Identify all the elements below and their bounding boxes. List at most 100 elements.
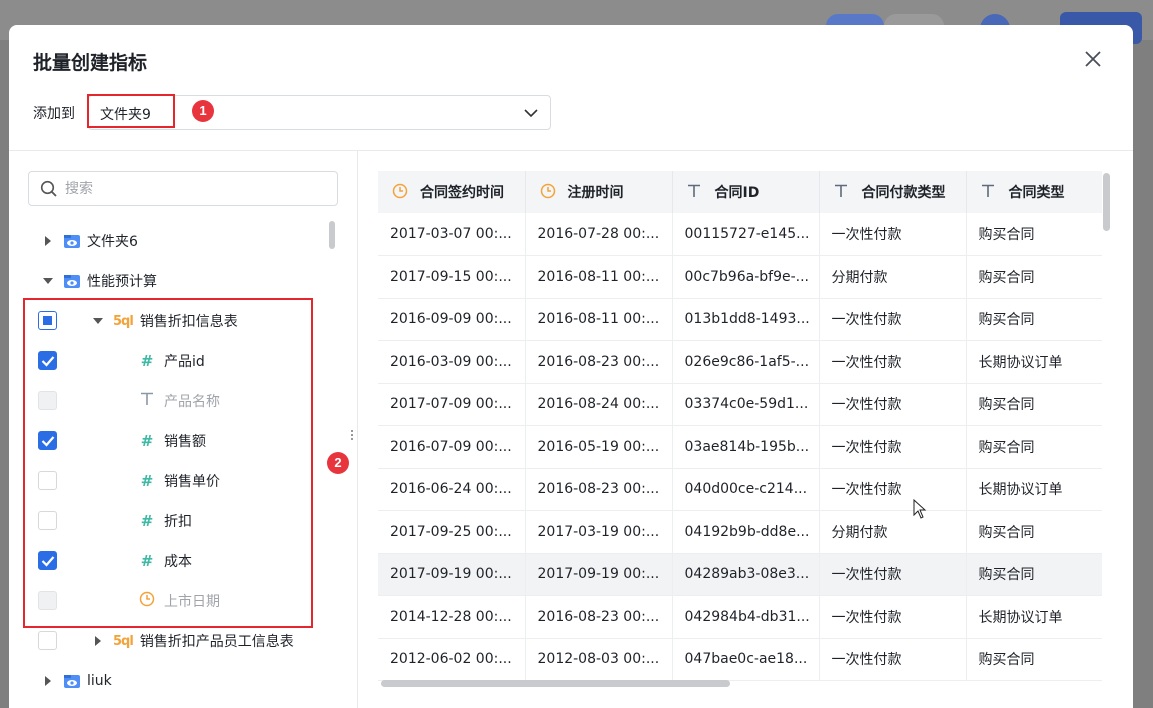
caret-down-icon[interactable]: [43, 276, 53, 286]
table-cell: 一次性付款: [819, 468, 967, 511]
table-cell: 一次性付款: [819, 213, 967, 256]
table-cell: 2017-09-25 00:...: [378, 510, 526, 554]
tree-table-staff[interactable]: 5ql 销售折扣产品员工信息表: [93, 621, 294, 661]
table-cell: 2012-06-02 00:...: [378, 638, 526, 681]
table-cell: 2012-08-03 00:...: [525, 638, 673, 681]
table-row[interactable]: 2016-07-09 00:... 2016-05-19 00:... 03ae81…: [378, 425, 1102, 469]
table-cell: 2016-08-24 00:...: [525, 383, 673, 426]
tree-scrollbar[interactable]: [329, 221, 335, 249]
column-header[interactable]: 合同类型: [966, 171, 1102, 213]
table-cell: 2017-03-07 00:...: [378, 213, 526, 256]
table-cell: 042984b4-db31...: [672, 595, 820, 639]
table-cell: 购买合同: [966, 213, 1102, 256]
tree-folder-liuk-label: liuk: [87, 673, 112, 689]
table-cell: 一次性付款: [819, 425, 967, 469]
tree-table-staff-label: 销售折扣产品员工信息表: [139, 634, 294, 650]
table-cell: 2014-12-28 00:...: [378, 595, 526, 639]
caret-right-icon[interactable]: [43, 236, 53, 246]
table-cell: 2016-03-09 00:...: [378, 340, 526, 384]
table-cell: 购买合同: [966, 255, 1102, 299]
table-cell: 2016-07-28 00:...: [525, 213, 673, 256]
caret-right-icon[interactable]: [43, 676, 53, 686]
dataset-folder-icon: [63, 233, 81, 249]
table-row[interactable]: 2017-09-15 00:... 2016-08-11 00:... 00c7b9…: [378, 255, 1102, 299]
search-box: [28, 171, 338, 206]
table-cell: 03ae814b-195b...: [672, 425, 820, 469]
table-cell: 026e9c86-1af5-...: [672, 340, 820, 384]
table-cell: 长期协议订单: [966, 595, 1102, 639]
dialog-title: 批量创建指标: [33, 52, 148, 74]
table-cell: 2017-03-19 00:...: [525, 510, 673, 554]
table-cell: 2016-08-23 00:...: [525, 595, 673, 639]
column-header-label: 注册时间: [567, 184, 624, 201]
table-row[interactable]: 2016-06-24 00:... 2016-08-23 00:... 040d00…: [378, 468, 1102, 511]
caret-right-icon[interactable]: [93, 636, 103, 646]
annotation-box-fields: [23, 298, 313, 628]
table-header-row: 合同签约时间 注册时间 合同ID 合同付款类型 合同类型: [378, 171, 1102, 213]
table-cell: 047bae0c-ae18...: [672, 638, 820, 681]
table-row[interactable]: 2017-07-09 00:... 2016-08-24 00:... 03374c…: [378, 383, 1102, 426]
table-horizontal-scrollbar[interactable]: [381, 680, 730, 687]
table-cell: 03374c0e-59d1...: [672, 383, 820, 426]
search-input[interactable]: [65, 179, 325, 199]
table-cell: 00115727-e145...: [672, 213, 820, 256]
table-cell: 2016-08-23 00:...: [525, 340, 673, 384]
table-cell: 2016-06-24 00:...: [378, 468, 526, 511]
table-cell: 购买合同: [966, 638, 1102, 681]
column-header-label: 合同付款类型: [861, 185, 946, 201]
close-icon[interactable]: [1081, 47, 1105, 71]
table-row[interactable]: 2017-09-25 00:... 2017-03-19 00:... 04192b…: [378, 510, 1102, 554]
column-header[interactable]: 合同ID: [672, 171, 820, 213]
checkbox-staff-table[interactable]: [38, 631, 57, 650]
table-row[interactable]: 2017-03-07 00:... 2016-07-28 00:... 001157…: [378, 213, 1102, 256]
table-cell: 一次性付款: [819, 595, 967, 639]
table-cell: 04289ab3-08e3...: [672, 553, 820, 596]
annotation-badge-1: 1: [192, 100, 214, 122]
dataset-folder-icon: [63, 273, 81, 289]
search-icon: [40, 180, 57, 197]
sql-icon: 5ql: [113, 633, 134, 649]
clock-icon: [540, 183, 556, 203]
clock-icon: [392, 183, 408, 203]
column-header-label: 合同签约时间: [420, 184, 504, 201]
table-cell: 2017-09-19 00:...: [378, 553, 526, 596]
table-row[interactable]: 2016-03-09 00:... 2016-08-23 00:... 026e9c…: [378, 340, 1102, 384]
table-row[interactable]: 2017-09-19 00:... 2017-09-19 00:... 04289a…: [378, 553, 1102, 596]
resize-handle[interactable]: [351, 430, 354, 444]
table-cell: 2016-08-11 00:...: [525, 255, 673, 299]
tree-folder-6[interactable]: 文件夹6: [43, 221, 138, 261]
data-preview-table: 合同签约时间 注册时间 合同ID 合同付款类型 合同类型 2017-03-07 …: [378, 171, 1102, 708]
panel-divider: [357, 151, 358, 708]
table-cell: 购买合同: [966, 298, 1102, 341]
table-cell: 购买合同: [966, 383, 1102, 426]
tree-folder-liuk[interactable]: liuk: [43, 661, 112, 701]
tree-folder-6-label: 文件夹6: [87, 234, 138, 250]
table-cell: 2016-08-23 00:...: [525, 468, 673, 511]
table-vertical-scrollbar[interactable]: [1103, 173, 1110, 231]
tree-folder-perf[interactable]: 性能预计算: [43, 261, 157, 301]
table-row[interactable]: 2014-12-28 00:... 2016-08-23 00:... 042984…: [378, 595, 1102, 639]
column-header-label: 合同ID: [714, 185, 760, 201]
table-row[interactable]: 2016-09-09 00:... 2016-08-11 00:... 013b1d…: [378, 298, 1102, 341]
table-cell: 040d00ce-c214...: [672, 468, 820, 511]
column-header[interactable]: 合同付款类型: [819, 171, 967, 213]
column-header[interactable]: 合同签约时间: [378, 171, 526, 213]
column-header[interactable]: 注册时间: [525, 171, 673, 213]
table-cell: 购买合同: [966, 425, 1102, 469]
table-cell: 00c7b96a-bf9e-...: [672, 255, 820, 299]
table-row[interactable]: 2012-06-02 00:... 2012-08-03 00:... 047bae…: [378, 638, 1102, 681]
batch-create-metrics-dialog: 批量创建指标 添加到 文件夹9 1 文件夹6 性能预计算 5ql 销售折扣信息表…: [9, 25, 1133, 708]
table-cell: 分期付款: [819, 255, 967, 299]
annotation-box-folder: [87, 94, 175, 128]
tree-folder-perf-label: 性能预计算: [87, 274, 157, 290]
table-cell: 2017-07-09 00:...: [378, 383, 526, 426]
table-cell: 2016-07-09 00:...: [378, 425, 526, 469]
table-cell: 购买合同: [966, 510, 1102, 554]
table-cell: 2016-09-09 00:...: [378, 298, 526, 341]
table-cell: 2016-08-11 00:...: [525, 298, 673, 341]
table-cell: 分期付款: [819, 510, 967, 554]
table-cell: 一次性付款: [819, 340, 967, 384]
table-cell: 04192b9b-dd8e...: [672, 510, 820, 554]
table-cell: 长期协议订单: [966, 468, 1102, 511]
table-cell: 2017-09-15 00:...: [378, 255, 526, 299]
